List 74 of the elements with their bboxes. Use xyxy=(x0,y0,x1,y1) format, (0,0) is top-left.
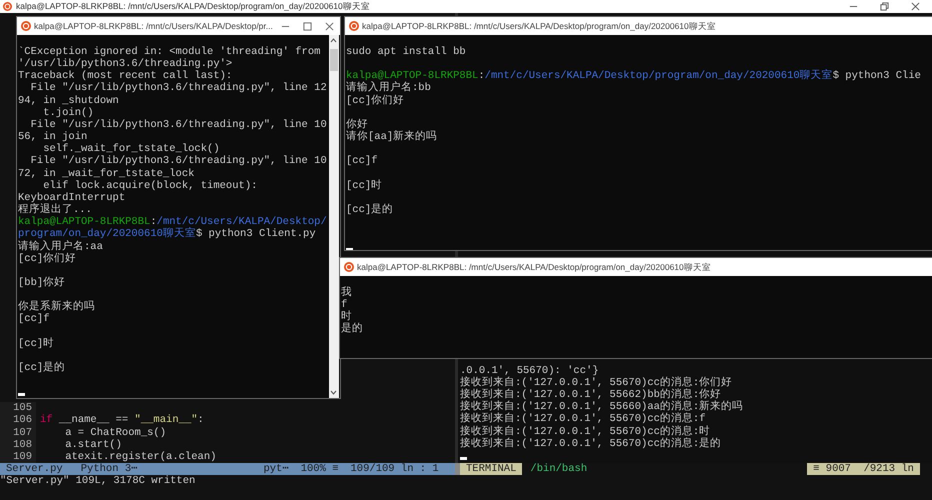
terminal-line: 是的 xyxy=(341,323,364,336)
terminal-line: 接收到来自:('127.0.0.1', 55670)cc的消息:你们好 xyxy=(460,376,734,389)
logo-icon xyxy=(349,21,359,31)
file-name: Server.py xyxy=(6,463,63,475)
terminal-line: 请你[aa]新来的吗 xyxy=(346,131,438,144)
file-type: Python 3⋯ xyxy=(80,463,138,475)
terminal-line: [cc]是的 xyxy=(18,362,66,374)
terminal-line: f xyxy=(341,299,348,312)
line-number: 108 xyxy=(0,438,36,451)
close-icon[interactable] xyxy=(911,2,920,11)
scrollbar[interactable] xyxy=(328,35,339,398)
window-title: kalpa@LAPTOP-8LRKP8BL: /mnt/c/Users/KALPA/Desktop/program/on_day/20200610聊天室 xyxy=(357,260,711,274)
terminal-line: .0.0.1', 55670): 'cc'} xyxy=(460,364,600,377)
terminal-line: [cc]你们好 xyxy=(18,252,78,265)
terminal-line: `CException ignored in: <module 'threading' from xyxy=(18,46,322,58)
terminal-line: '/usr/lib/python3.6/threading.py'> xyxy=(18,58,234,70)
terminal-line: 接收到来自:('127.0.0.1', 55660)aa的消息:新来的吗 xyxy=(460,401,744,414)
terminal-line: 接收到来自:('127.0.0.1', 55662)bb的消息:你好 xyxy=(460,389,722,402)
terminal-line: 请输入用户名:bb xyxy=(346,82,432,94)
terminal-line: [cc]f xyxy=(18,313,51,326)
terminal-line: 72, in _wait_for_tstate_lock xyxy=(18,168,196,180)
terminal-line: 我 xyxy=(341,287,353,299)
line-number: 106 xyxy=(0,414,36,427)
terminal-line: 你好 xyxy=(346,118,369,131)
line-number: 105 xyxy=(0,402,36,414)
terminal-mode: TERMINAL xyxy=(460,463,522,475)
code-line: a = ChatRoom_s() xyxy=(64,426,166,439)
terminal-line: File "/usr/lib/python3.6/threading.py", line 12 xyxy=(30,82,328,95)
terminal-line: 接收到来自:('127.0.0.1', 55670)cc的消息:是的 xyxy=(460,438,722,450)
terminal-line: 你是系新来的吗 xyxy=(18,301,96,314)
scroll-up-icon[interactable] xyxy=(330,38,338,43)
pane-separator xyxy=(455,463,460,475)
scroll-down-icon[interactable] xyxy=(330,390,338,395)
file-encoding: pyt⋯ xyxy=(263,463,289,475)
restore-icon[interactable] xyxy=(880,2,889,11)
scrollbar-thumb[interactable] xyxy=(330,49,338,71)
terminal-line: sudo apt install bb xyxy=(346,46,467,58)
close-icon[interactable] xyxy=(324,22,334,30)
terminal-line: Traceback (most recent call last): xyxy=(18,70,232,82)
scroll-percent: 100% ≡ xyxy=(300,463,338,475)
window-title: kalpa@LAPTOP-8LRKP8BL: /mnt/c/Users/KALPA/Desktop/pr... xyxy=(34,20,273,32)
window-title: kalpa@LAPTOP-8LRKP8BL: /mnt/c/Users/KALPA/Desktop/program/on_day/20200610聊天室 xyxy=(362,20,716,32)
terminal-line: 接收到来自:('127.0.0.1', 55670)cc的消息:f xyxy=(460,413,706,426)
terminal-line: 接收到来自:('127.0.0.1', 55670)cc的消息:时 xyxy=(460,426,710,438)
terminal-position: ≡ 9007 /9213 ln xyxy=(807,463,920,475)
terminal-line: [cc]你们好 xyxy=(346,94,406,107)
terminal-line: KeyboardInterrupt xyxy=(18,192,126,204)
terminal-line: elif lock.acquire(block, timeout): xyxy=(42,180,258,192)
code-line: if __name__ == "__main__": xyxy=(39,414,204,427)
terminal-line: File "/usr/lib/python3.6/threading.py", line 10 xyxy=(30,118,328,131)
cursor-position: 109/109 ln : 1 xyxy=(350,463,439,475)
terminal-line: 56, in join xyxy=(18,131,88,144)
code-line: atexit.register(a.clean) xyxy=(64,450,216,463)
terminal-line: 请输入用户名:aa xyxy=(18,240,104,252)
terminal-line: 时 xyxy=(341,311,352,324)
code-line: a.start() xyxy=(64,438,122,451)
logo-icon xyxy=(344,262,354,272)
prompt-line: kalpa@LAPTOP-8LRKP8BL:/mnt/c/Users/KALPA/Desktop/program/on_day/20200610聊天室$ python3 Client.py xyxy=(18,216,328,240)
terminal-line: self._wait_for_tstate_lock() xyxy=(43,143,220,156)
terminal-line: [cc]是的 xyxy=(346,204,394,216)
terminal-line: File "/usr/lib/python3.6/threading.py", line 10 xyxy=(30,155,328,168)
terminal-line: [cc]f xyxy=(346,155,379,168)
terminal-line: t.join() xyxy=(42,106,95,119)
maximize-icon[interactable] xyxy=(302,22,312,30)
terminal-line: [bb]你好 xyxy=(18,276,66,290)
line-number: 109 xyxy=(0,450,36,463)
terminal-line: 程序退出了... xyxy=(18,204,92,216)
terminal-line: [cc]时 xyxy=(346,180,384,192)
terminal-line: [cc]时 xyxy=(18,338,56,350)
terminal-line: 94, in _shutdown xyxy=(18,94,120,107)
shell-path: /bin/bash xyxy=(529,463,588,475)
line-number: 107 xyxy=(0,426,36,439)
prompt-line: kalpa@LAPTOP-8LRKP8BL:/mnt/c/Users/KALPA/Desktop/program/on_day/20200610聊天室$ python3 Clie xyxy=(346,70,922,82)
window-title: kalpa@LAPTOP-8LRKP8BL: /mnt/c/Users/KALPA/Desktop/program/on_day/20200610聊天室 xyxy=(16,0,370,13)
